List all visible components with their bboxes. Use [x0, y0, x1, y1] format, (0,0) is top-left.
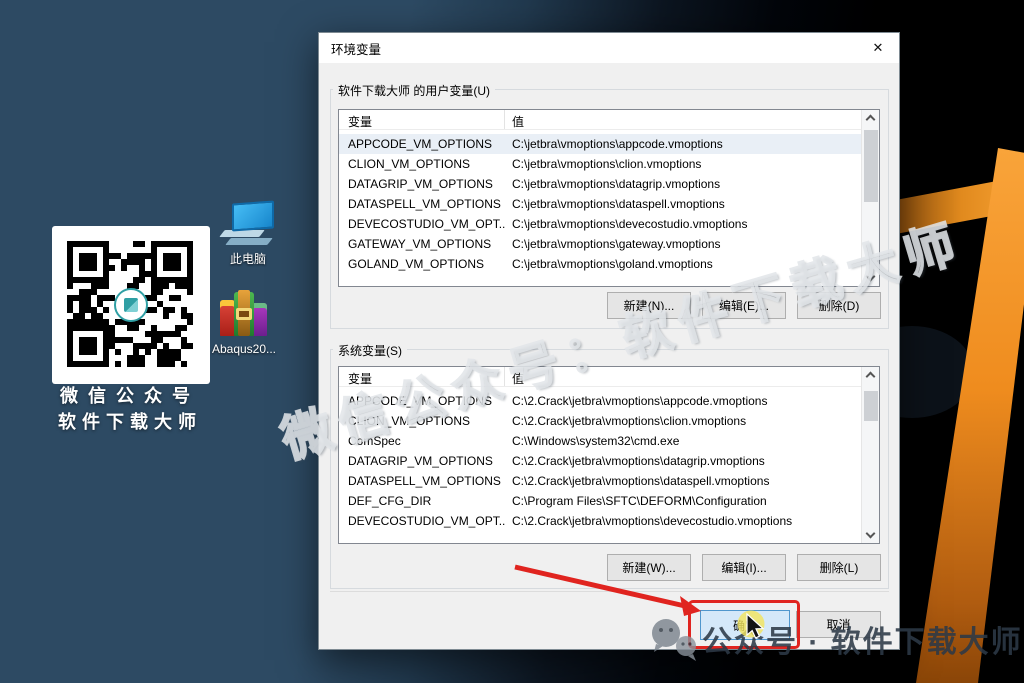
- system-variables-list[interactable]: 变量 值 APPCODE_VM_OPTIONS C:\2.Crack\jetbr…: [338, 366, 880, 544]
- variable-value: C:\jetbra\vmoptions\gateway.vmoptions: [505, 237, 861, 251]
- variable-row[interactable]: APPCODE_VM_OPTIONS C:\jetbra\vmoptions\a…: [339, 134, 861, 154]
- dialog-titlebar[interactable]: 环境变量: [319, 33, 899, 63]
- variable-name: CLION_VM_OPTIONS: [339, 414, 505, 428]
- desktop-icon-this-pc[interactable]: 此电脑: [200, 202, 296, 267]
- scrollbar-thumb[interactable]: [864, 130, 878, 202]
- variable-name: APPCODE_VM_OPTIONS: [339, 394, 505, 408]
- variable-value: C:\jetbra\vmoptions\clion.vmoptions: [505, 157, 861, 171]
- scroll-down-icon[interactable]: [866, 272, 876, 282]
- variable-value: C:\jetbra\vmoptions\dataspell.vmoptions: [505, 197, 861, 211]
- scroll-up-icon[interactable]: [866, 115, 876, 125]
- system-variables-label: 系统变量(S): [333, 342, 407, 359]
- variable-name: DATASPELL_VM_OPTIONS: [339, 197, 505, 211]
- variable-value: C:\jetbra\vmoptions\devecostudio.vmoptio…: [505, 217, 861, 231]
- variable-name: DEF_CFG_DIR: [339, 494, 505, 508]
- column-header-value[interactable]: 值: [505, 367, 861, 386]
- close-icon[interactable]: ✕: [857, 33, 899, 63]
- scrollbar[interactable]: [861, 110, 879, 286]
- footer-separator: [330, 591, 889, 592]
- variable-row[interactable]: APPCODE_VM_OPTIONS C:\2.Crack\jetbra\vmo…: [339, 391, 861, 411]
- variable-row[interactable]: ComSpec C:\Windows\system32\cmd.exe: [339, 431, 861, 451]
- variable-row[interactable]: GOLAND_VM_OPTIONS C:\jetbra\vmoptions\go…: [339, 254, 861, 274]
- cancel-button[interactable]: 取消: [796, 611, 881, 638]
- system-variables-rows: APPCODE_VM_OPTIONS C:\2.Crack\jetbra\vmo…: [339, 387, 861, 531]
- user-action-button[interactable]: 编辑(E)...: [702, 292, 786, 319]
- variable-name: GATEWAY_VM_OPTIONS: [339, 237, 505, 251]
- desktop-icon-label: Abaqus20...: [196, 342, 292, 356]
- variable-name: GOLAND_VM_OPTIONS: [339, 257, 505, 271]
- scrollbar[interactable]: [861, 367, 879, 543]
- variable-row[interactable]: DATASPELL_VM_OPTIONS C:\2.Crack\jetbra\v…: [339, 471, 861, 491]
- variable-row[interactable]: DEF_CFG_DIR C:\Program Files\SFTC\DEFORM…: [339, 491, 861, 511]
- variable-value: C:\2.Crack\jetbra\vmoptions\appcode.vmop…: [505, 394, 861, 408]
- system-variables-buttons: 新建(W)... 编辑(I)... 删除(L): [607, 554, 881, 581]
- variable-row[interactable]: DATAGRIP_VM_OPTIONS C:\jetbra\vmoptions\…: [339, 174, 861, 194]
- user-action-button[interactable]: 删除(D): [797, 292, 881, 319]
- desktop-icon-label: 此电脑: [200, 250, 296, 267]
- winrar-archive-icon: [218, 290, 270, 338]
- qr-center-logo: [114, 288, 148, 322]
- variable-row[interactable]: DEVECOSTUDIO_VM_OPT... C:\2.Crack\jetbra…: [339, 511, 861, 531]
- system-action-button[interactable]: 新建(W)...: [607, 554, 691, 581]
- variable-value: C:\2.Crack\jetbra\vmoptions\datagrip.vmo…: [505, 454, 861, 468]
- scroll-up-icon[interactable]: [866, 372, 876, 382]
- user-variables-rows: APPCODE_VM_OPTIONS C:\jetbra\vmoptions\a…: [339, 130, 861, 274]
- qr-code-card: [52, 226, 210, 384]
- qr-caption-line2: 软件下载大师: [20, 408, 240, 434]
- desktop-icon-abaqus-archive[interactable]: Abaqus20...: [196, 290, 292, 356]
- column-header-variable[interactable]: 变量: [339, 110, 505, 129]
- variable-name: DEVECOSTUDIO_VM_OPT...: [339, 514, 505, 528]
- qr-code: [62, 236, 200, 374]
- this-pc-icon: [218, 202, 278, 246]
- variable-value: C:\jetbra\vmoptions\appcode.vmoptions: [505, 137, 861, 151]
- dialog-title: 环境变量: [319, 39, 381, 58]
- variable-value: C:\jetbra\vmoptions\datagrip.vmoptions: [505, 177, 861, 191]
- ok-button[interactable]: 确定: [700, 610, 790, 640]
- variable-name: APPCODE_VM_OPTIONS: [339, 137, 505, 151]
- system-action-button[interactable]: 删除(L): [797, 554, 881, 581]
- scroll-down-icon[interactable]: [866, 529, 876, 539]
- list-header[interactable]: 变量 值: [339, 110, 861, 130]
- scrollbar-thumb[interactable]: [864, 391, 878, 421]
- column-header-variable[interactable]: 变量: [339, 367, 505, 386]
- variable-row[interactable]: DATAGRIP_VM_OPTIONS C:\2.Crack\jetbra\vm…: [339, 451, 861, 471]
- column-header-value[interactable]: 值: [505, 110, 861, 129]
- variable-name: DATAGRIP_VM_OPTIONS: [339, 177, 505, 191]
- user-variables-label: 软件下载大师 的用户变量(U): [333, 82, 495, 99]
- system-action-button[interactable]: 编辑(I)...: [702, 554, 786, 581]
- variable-row[interactable]: DATASPELL_VM_OPTIONS C:\jetbra\vmoptions…: [339, 194, 861, 214]
- variable-value: C:\Program Files\SFTC\DEFORM\Configurati…: [505, 494, 861, 508]
- user-action-button[interactable]: 新建(N)...: [607, 292, 691, 319]
- desktop-screen: 微信公众号 软件下载大师 此电脑 Abaqus20... 环境变量 ✕ 软件下载…: [0, 0, 1024, 683]
- variable-value: C:\2.Crack\jetbra\vmoptions\dataspell.vm…: [505, 474, 861, 488]
- user-variables-list[interactable]: 变量 值 APPCODE_VM_OPTIONS C:\jetbra\vmopti…: [338, 109, 880, 287]
- user-variables-buttons: 新建(N)... 编辑(E)... 删除(D): [607, 292, 881, 319]
- variable-row[interactable]: CLION_VM_OPTIONS C:\2.Crack\jetbra\vmopt…: [339, 411, 861, 431]
- environment-variables-dialog: 环境变量 ✕ 软件下载大师 的用户变量(U) 变量 值 APPCODE_VM_O…: [318, 32, 900, 650]
- variable-value: C:\2.Crack\jetbra\vmoptions\clion.vmopti…: [505, 414, 861, 428]
- variable-value: C:\2.Crack\jetbra\vmoptions\devecostudio…: [505, 514, 861, 528]
- qr-caption-line1: 微信公众号: [20, 382, 240, 408]
- variable-name: DATASPELL_VM_OPTIONS: [339, 474, 505, 488]
- variable-name: DEVECOSTUDIO_VM_OPT...: [339, 217, 505, 231]
- variable-row[interactable]: GATEWAY_VM_OPTIONS C:\jetbra\vmoptions\g…: [339, 234, 861, 254]
- variable-name: ComSpec: [339, 434, 505, 448]
- variable-name: CLION_VM_OPTIONS: [339, 157, 505, 171]
- variable-row[interactable]: CLION_VM_OPTIONS C:\jetbra\vmoptions\cli…: [339, 154, 861, 174]
- list-header[interactable]: 变量 值: [339, 367, 861, 387]
- variable-row[interactable]: DEVECOSTUDIO_VM_OPT... C:\jetbra\vmoptio…: [339, 214, 861, 234]
- variable-value: C:\Windows\system32\cmd.exe: [505, 434, 861, 448]
- variable-name: DATAGRIP_VM_OPTIONS: [339, 454, 505, 468]
- variable-value: C:\jetbra\vmoptions\goland.vmoptions: [505, 257, 861, 271]
